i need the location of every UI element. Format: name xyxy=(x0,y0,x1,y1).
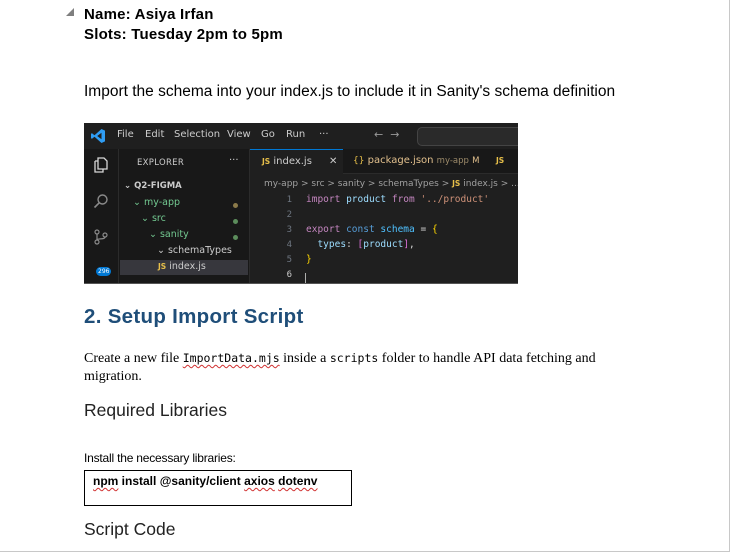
menu-file[interactable]: File xyxy=(117,129,134,140)
tree-folder-schematypes[interactable]: ⌄ schemaTypes xyxy=(157,245,232,256)
code-line-3[interactable]: export const schema = { xyxy=(306,224,438,235)
tree-file-index-js[interactable]: JS index.js xyxy=(158,261,206,272)
menu-more[interactable]: ··· xyxy=(319,129,329,140)
setup-paragraph: Create a new file ImportData.mjs inside … xyxy=(84,351,596,384)
filename-code: ImportData.mjs xyxy=(182,351,280,365)
tab-index-js[interactable]: JS index.js ✕ xyxy=(250,149,343,174)
editor-pane: JS index.js ✕ {} package.json my-app M J… xyxy=(250,149,518,283)
source-control-badge: 296 xyxy=(96,267,112,276)
breadcrumb[interactable]: my-app > src > sanity > schemaTypes > JS… xyxy=(264,179,518,189)
tree-folder-root[interactable]: ⌄ Q2-FIGMA xyxy=(124,181,182,191)
command-box: npm install @sanity/client axios dotenv xyxy=(84,470,352,506)
slots-line: Slots: Tuesday 2pm to 5pm xyxy=(84,26,283,43)
vscode-screenshot: File Edit Selection View Go Run ··· ← → xyxy=(84,123,518,284)
section-heading: 2. Setup Import Script xyxy=(84,305,304,328)
untracked-dot xyxy=(233,219,238,224)
tab-package-json[interactable]: {} package.json my-app M xyxy=(347,149,491,173)
folder-code: scripts xyxy=(329,351,379,365)
explorer-files-icon[interactable] xyxy=(93,157,109,173)
menu-go[interactable]: Go xyxy=(261,129,275,140)
menu-edit[interactable]: Edit xyxy=(145,129,164,140)
untracked-dot-2 xyxy=(233,235,238,240)
menu-run[interactable]: Run xyxy=(286,129,305,140)
collapse-heading-icon[interactable] xyxy=(66,8,74,16)
code-line-1[interactable]: import product from '../product' xyxy=(306,194,489,205)
document-page: Name: Asiya Irfan Slots: Tuesday 2pm to … xyxy=(0,0,730,552)
install-command: npm install @sanity/client axios dotenv xyxy=(93,474,318,488)
line-number: 2 xyxy=(286,210,292,220)
nav-arrows-icon[interactable]: ← → xyxy=(374,128,399,141)
script-code-heading: Script Code xyxy=(84,519,176,539)
code-line-4[interactable]: types: [product], xyxy=(306,239,414,250)
command-center-search[interactable] xyxy=(417,127,518,146)
code-line-5[interactable]: } xyxy=(306,254,312,265)
tab-next-js[interactable]: JS xyxy=(496,149,518,173)
install-label: Install the necessary libraries: xyxy=(84,451,236,465)
text-cursor xyxy=(305,273,306,283)
line-number: 4 xyxy=(286,240,292,250)
name-line: Name: Asiya Irfan xyxy=(84,6,214,23)
tree-folder-src[interactable]: ⌄ src xyxy=(141,213,166,224)
intro-paragraph: Import the schema into your index.js to … xyxy=(84,83,616,100)
tree-folder-sanity[interactable]: ⌄ sanity xyxy=(149,229,189,240)
activity-bar: 296 xyxy=(84,149,119,283)
line-number: 1 xyxy=(286,195,292,205)
vscode-title-bar: File Edit Selection View Go Run ··· ← → xyxy=(84,123,518,149)
menu-view[interactable]: View xyxy=(227,129,251,140)
vscode-logo-icon xyxy=(91,129,105,143)
explorer-more-button[interactable]: ··· xyxy=(229,155,239,166)
tree-folder-my-app[interactable]: ⌄ my-app xyxy=(133,197,180,208)
menu-selection[interactable]: Selection xyxy=(174,129,220,140)
line-number: 3 xyxy=(286,225,292,235)
editor-tabs: JS index.js ✕ {} package.json my-app M J… xyxy=(250,149,518,174)
line-number: 5 xyxy=(286,255,292,265)
source-control-icon[interactable] xyxy=(93,229,109,245)
explorer-title: EXPLORER xyxy=(137,158,185,168)
search-icon[interactable] xyxy=(93,193,109,209)
line-number-current: 6 xyxy=(286,270,292,280)
modified-dot xyxy=(233,203,238,208)
required-libraries-heading: Required Libraries xyxy=(84,400,227,420)
close-tab-icon[interactable]: ✕ xyxy=(329,150,337,174)
